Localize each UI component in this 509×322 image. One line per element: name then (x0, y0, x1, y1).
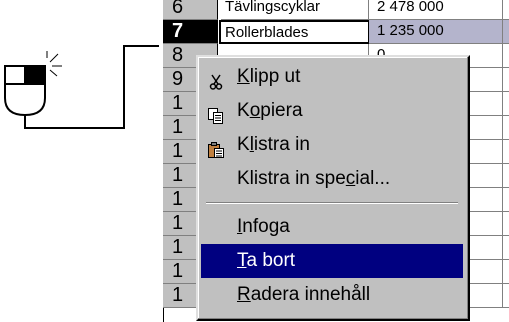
cell-next-column[interactable] (503, 260, 509, 284)
cell-next-column[interactable] (503, 92, 509, 116)
row-header[interactable]: 6 (163, 0, 218, 20)
menu-item-kopiera[interactable]: Kopiera (201, 94, 463, 128)
cell-next-column[interactable] (503, 212, 509, 236)
mouse-illustration (0, 0, 170, 322)
cell-next-column[interactable] (503, 164, 509, 188)
menu-item-radera-innehåll[interactable]: Radera innehåll (201, 278, 463, 312)
cell-next-column[interactable] (503, 0, 509, 20)
cell-next-column[interactable] (503, 20, 509, 44)
cell-amount[interactable]: 1 235 000 (369, 20, 503, 44)
paste-icon (207, 137, 225, 158)
table-row[interactable]: 7 Rollerblades 1 235 000 (159, 20, 509, 44)
cell-next-column[interactable] (503, 140, 509, 164)
menu-item-label: Klipp ut (237, 66, 301, 87)
menu-item-label: Infoga (237, 216, 290, 237)
menu-item-ta-bort[interactable]: Ta bort (201, 244, 463, 278)
scissors-icon (207, 69, 225, 90)
menu-item-klistra-in-special[interactable]: Klistra in special... (201, 162, 463, 196)
menu-item-label: Radera innehåll (237, 284, 371, 305)
cell-next-column[interactable] (503, 116, 509, 140)
cell-next-column[interactable] (503, 68, 509, 92)
cell-product[interactable]: Rollerblades (219, 20, 370, 44)
context-menu: Klipp ut Kopiera Klistra in Klistra in spec… (196, 55, 470, 321)
menu-item-label: Kopiera (237, 100, 303, 121)
menu-item-label: Klistra in (237, 134, 310, 155)
menu-separator (206, 202, 458, 204)
cell-next-column[interactable] (503, 284, 509, 308)
row-header[interactable]: 7 (163, 20, 218, 44)
cell-product[interactable]: Tävlingscyklar (221, 0, 369, 20)
menu-item-infoga[interactable]: Infoga (201, 210, 463, 244)
menu-item-klipp-ut[interactable]: Klipp ut (201, 60, 463, 94)
mouse-right-click-icon (4, 45, 170, 129)
menu-item-label: Ta bort (237, 250, 296, 271)
cell-next-column[interactable] (503, 188, 509, 212)
cell-amount[interactable]: 2 478 000 (369, 0, 503, 20)
menu-item-klistra-in[interactable]: Klistra in (201, 128, 463, 162)
cell-next-column[interactable] (503, 236, 509, 260)
menu-item-label: Klistra in special... (237, 168, 391, 189)
copy-icon (207, 103, 225, 124)
cell-next-column[interactable] (503, 44, 509, 68)
table-row[interactable]: 6 Tävlingscyklar 2 478 000 (159, 0, 509, 20)
